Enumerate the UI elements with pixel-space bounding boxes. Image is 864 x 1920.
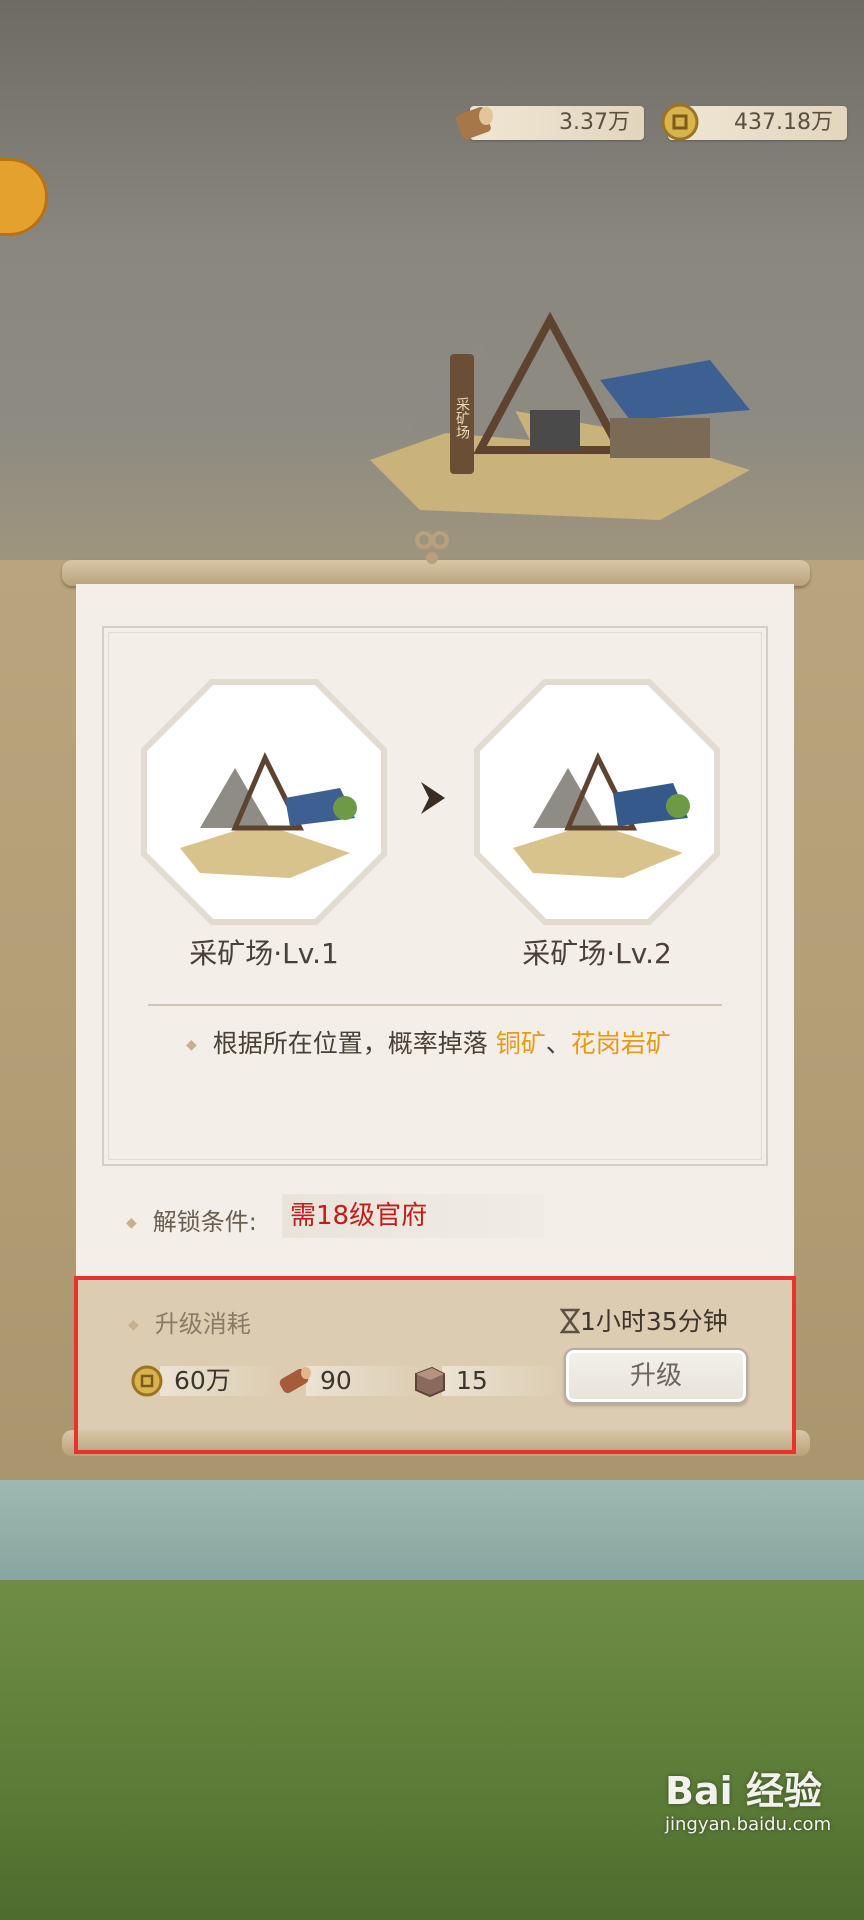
next-level-label: 采矿场·Lv.2 xyxy=(522,937,672,970)
watermark-logo: Bai 经验 xyxy=(665,1769,822,1813)
forest xyxy=(0,1580,864,1920)
knot-ornament-icon xyxy=(415,531,449,564)
baidu-jingyan-watermark: Bai 经验 jingyan.baidu.com xyxy=(665,1760,855,1835)
coin-icon xyxy=(661,103,699,141)
ore-copper: 铜矿 xyxy=(495,1029,546,1058)
mining-site-building[interactable] xyxy=(360,300,760,530)
wood-resource: 3.37万 xyxy=(470,106,644,140)
diamond-bullet-icon: ◆ xyxy=(186,1037,197,1053)
current-level-label: 采矿场·Lv.1 xyxy=(189,937,339,970)
divider xyxy=(148,1004,722,1006)
current-building-image xyxy=(141,679,387,925)
unlock-label: ◆ 解锁条件: xyxy=(126,1208,257,1236)
next-building-image xyxy=(474,679,720,925)
watermark-url: jingyan.baidu.com xyxy=(665,1814,832,1835)
log-icon xyxy=(279,1367,311,1394)
drop-description: ◆ 根据所在位置，概率掉落 铜矿、花岗岩矿 xyxy=(186,1029,671,1058)
diamond-bullet-icon: ◆ xyxy=(126,1215,137,1231)
log-icon xyxy=(455,107,493,140)
mining-site-signpost[interactable]: 采矿场 xyxy=(450,354,474,474)
coin-icon xyxy=(131,1365,163,1397)
unlock-requirement: 需18级官府 xyxy=(282,1194,544,1238)
ore-granite: 花岗岩矿 xyxy=(570,1029,671,1058)
arrow-right-icon xyxy=(421,782,445,814)
stone-block-icon xyxy=(415,1366,445,1398)
